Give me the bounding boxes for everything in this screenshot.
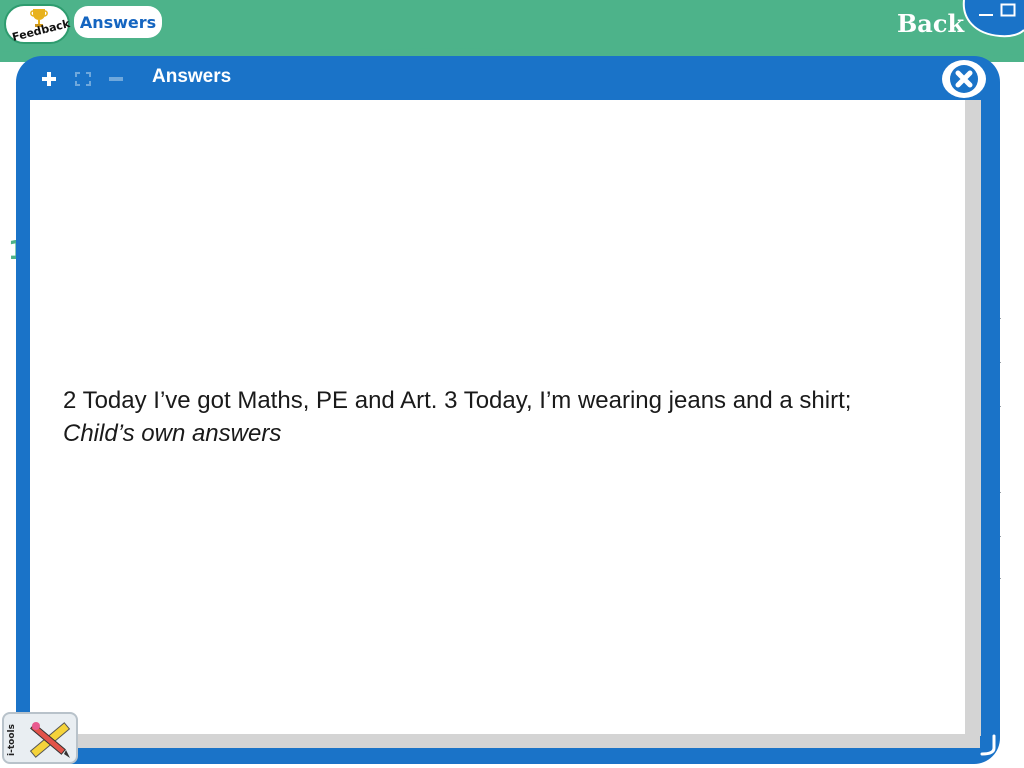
answer-line: 2 Today I’ve got Maths, PE and Art. 3 To… bbox=[63, 387, 852, 414]
close-icon bbox=[950, 65, 978, 93]
close-button[interactable] bbox=[942, 60, 986, 98]
itools-label: i-tools bbox=[7, 724, 17, 756]
back-button[interactable]: Back bbox=[897, 6, 964, 40]
answers-tab[interactable]: Answers bbox=[74, 6, 162, 38]
answer-line-italic: Child’s own answers bbox=[63, 420, 282, 447]
fullscreen-icon[interactable] bbox=[74, 71, 92, 87]
minus-icon[interactable] bbox=[107, 71, 125, 87]
feedback-button[interactable]: Feedback bbox=[4, 4, 71, 44]
minimize-icon[interactable] bbox=[978, 6, 994, 18]
dialog-title: Answers bbox=[152, 66, 232, 87]
pencil-ruler-icon bbox=[29, 722, 71, 758]
answer-text: 2 Today I’ve got Maths, PE and Art. 3 To… bbox=[63, 384, 963, 450]
horizontal-scrollbar[interactable] bbox=[30, 734, 980, 748]
itools-button[interactable]: i-tools bbox=[2, 712, 78, 764]
vertical-scrollbar[interactable] bbox=[965, 100, 981, 736]
resize-grip-icon[interactable] bbox=[978, 734, 998, 756]
restore-icon[interactable] bbox=[1000, 3, 1016, 17]
plus-icon[interactable] bbox=[40, 70, 58, 88]
